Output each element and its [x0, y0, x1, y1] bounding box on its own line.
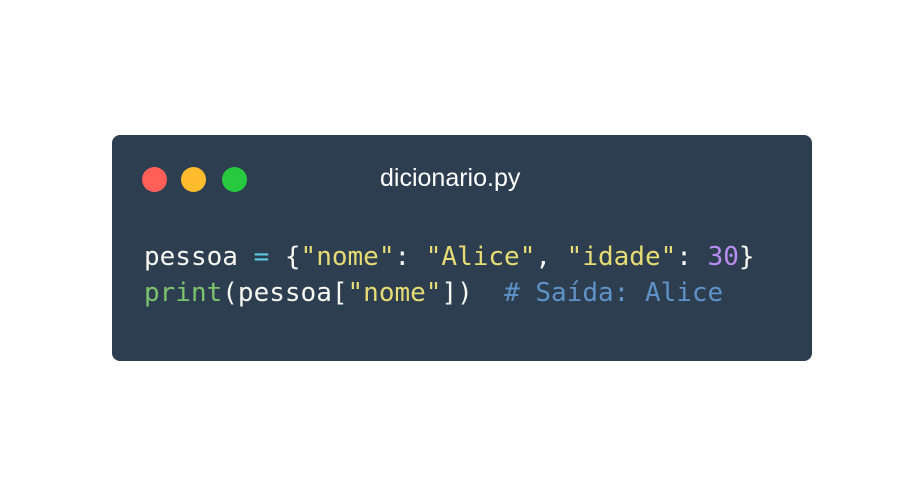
code-token: print — [144, 278, 223, 308]
code-line-1: pessoa = {"nome": "Alice", "idade": 30} — [144, 239, 755, 275]
code-token: "idade" — [566, 242, 677, 272]
code-token: # Saída: Alice — [504, 278, 724, 308]
code-token: "nome" — [300, 242, 395, 272]
code-window: dicionario.py pessoa = {"nome": "Alice",… — [112, 135, 812, 361]
window-titlebar: dicionario.py — [112, 135, 812, 225]
code-token: { — [269, 242, 301, 272]
code-token: : — [676, 242, 708, 272]
code-token: = — [253, 242, 270, 272]
code-token: , — [535, 242, 567, 272]
code-line-2: print(pessoa["nome"]) # Saída: Alice — [144, 275, 755, 311]
code-token: } — [738, 242, 755, 272]
code-token: : — [394, 242, 426, 272]
code-token: ]) — [441, 278, 505, 308]
maximize-dot-icon[interactable] — [222, 167, 247, 192]
code-token: pessoa — [144, 242, 254, 272]
code-token: 30 — [707, 242, 739, 272]
window-title: dicionario.py — [380, 164, 521, 192]
code-token: (pessoa[ — [222, 278, 348, 308]
code-block: pessoa = {"nome": "Alice", "idade": 30} p… — [144, 239, 755, 311]
minimize-dot-icon[interactable] — [181, 167, 206, 192]
close-dot-icon[interactable] — [142, 167, 167, 192]
code-token: "Alice" — [425, 242, 536, 272]
code-token: "nome" — [347, 278, 442, 308]
